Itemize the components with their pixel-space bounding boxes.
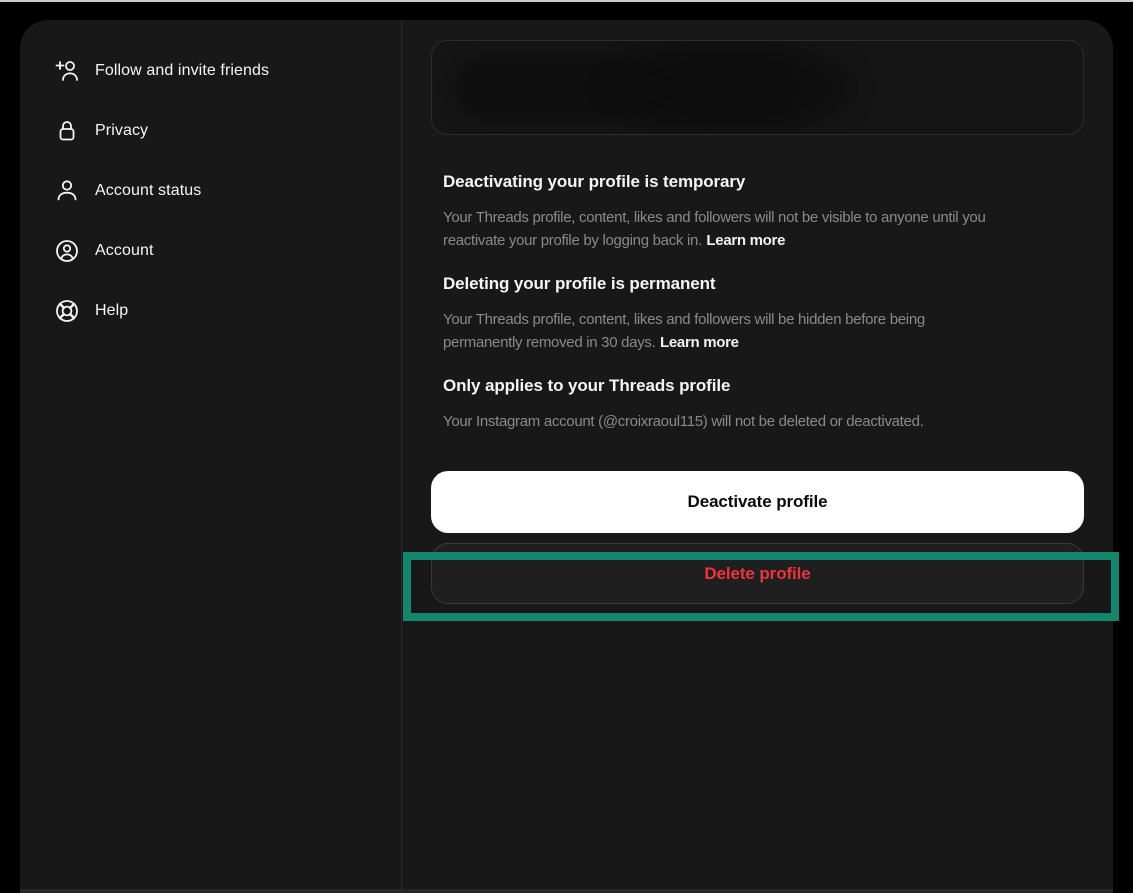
sidebar-item-label: Privacy <box>95 122 148 140</box>
learn-more-link[interactable]: Learn more <box>660 334 739 351</box>
sidebar-item-help[interactable]: Help <box>54 281 374 341</box>
lock-icon <box>54 118 80 144</box>
section-deactivating-temporary: Deactivating your profile is temporary Y… <box>443 171 1103 252</box>
sidebar-item-account[interactable]: Account <box>54 221 374 281</box>
person-circle-icon <box>54 238 80 264</box>
deactivate-profile-button[interactable]: Deactivate profile <box>431 471 1084 533</box>
settings-sidebar: Follow and invite friends Privacy Accoun… <box>20 20 401 893</box>
learn-more-link[interactable]: Learn more <box>706 232 785 249</box>
redacted-header-box <box>431 40 1084 135</box>
section-body: Your Threads profile, content, likes and… <box>443 308 1103 354</box>
section-body: Your Instagram account (@croixraoul115) … <box>443 410 1103 433</box>
bottom-edge-strip <box>20 889 1113 893</box>
section-only-threads-profile: Only applies to your Threads profile You… <box>443 375 1103 433</box>
sidebar-item-label: Help <box>95 302 128 320</box>
settings-panel: Follow and invite friends Privacy Accoun… <box>20 20 1113 893</box>
add-person-icon <box>54 58 80 84</box>
delete-profile-button[interactable]: Delete profile <box>431 543 1084 604</box>
sidebar-item-account-status[interactable]: Account status <box>54 161 374 221</box>
section-heading: Deleting your profile is permanent <box>443 273 1103 295</box>
section-heading: Only applies to your Threads profile <box>443 375 1103 397</box>
sidebar-divider <box>401 20 402 893</box>
sidebar-item-privacy[interactable]: Privacy <box>54 101 374 161</box>
sidebar-item-label: Account status <box>95 182 201 200</box>
redacted-blur <box>612 43 852 133</box>
sidebar-item-label: Account <box>95 242 154 260</box>
sidebar-item-label: Follow and invite friends <box>95 62 269 80</box>
help-buoy-icon <box>54 298 80 324</box>
section-body-text: Your Instagram account (@croixraoul115) … <box>443 413 924 430</box>
section-body: Your Threads profile, content, likes and… <box>443 206 1103 252</box>
section-deleting-permanent: Deleting your profile is permanent Your … <box>443 273 1103 354</box>
sidebar-item-follow-and-invite-friends[interactable]: Follow and invite friends <box>54 41 374 101</box>
top-edge-line <box>0 0 1133 2</box>
settings-content: Deactivating your profile is temporary Y… <box>431 20 1084 893</box>
section-heading: Deactivating your profile is temporary <box>443 171 1103 193</box>
person-icon <box>54 178 80 204</box>
